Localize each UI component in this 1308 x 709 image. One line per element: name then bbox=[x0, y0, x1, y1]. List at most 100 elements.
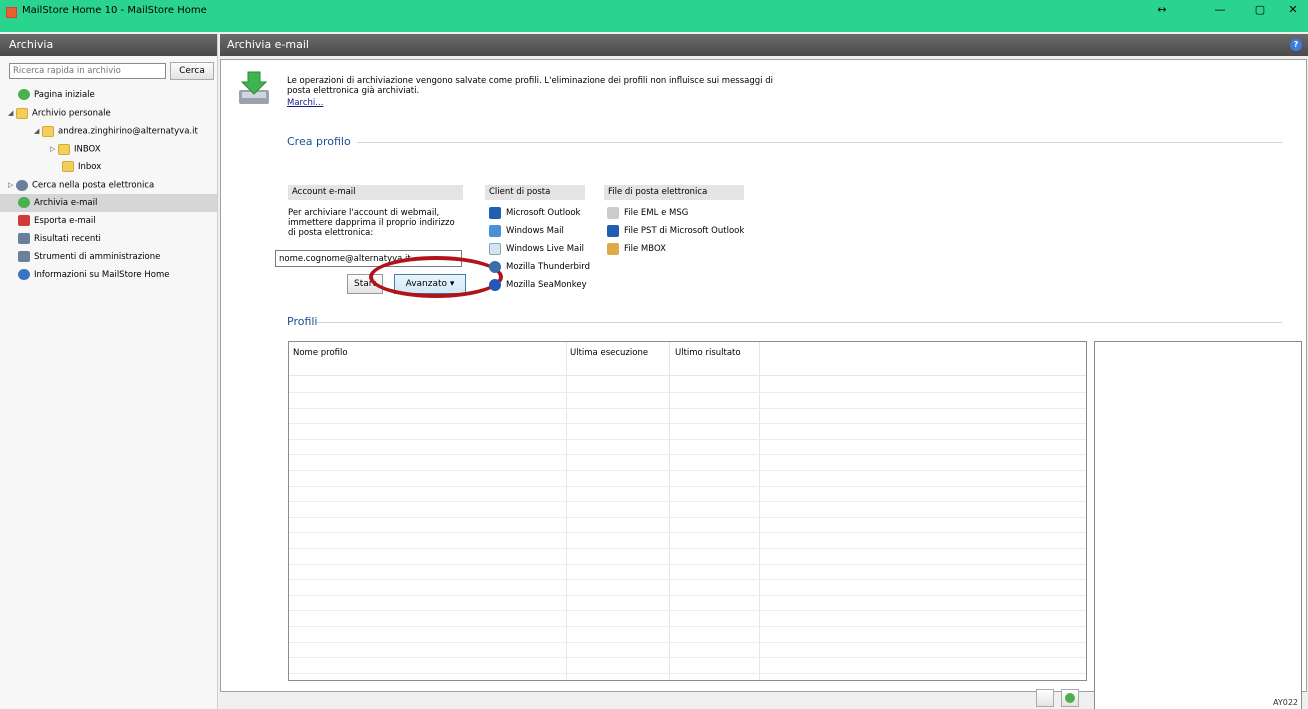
column-profile-name[interactable]: Nome profilo bbox=[293, 348, 348, 358]
table-row bbox=[289, 454, 1086, 456]
section-divider bbox=[317, 322, 1282, 323]
mail-clients-header: Client di posta bbox=[485, 185, 585, 200]
folder-icon bbox=[16, 107, 28, 119]
results-icon bbox=[18, 233, 30, 244]
trademarks-link[interactable]: Marchi... bbox=[287, 98, 323, 108]
content-area: Le operazioni di archiviazione vengono s… bbox=[220, 59, 1307, 709]
table-row bbox=[289, 657, 1086, 659]
refresh-button[interactable] bbox=[1061, 689, 1079, 707]
search-input[interactable] bbox=[9, 63, 166, 79]
home-icon bbox=[18, 89, 30, 100]
table-row bbox=[289, 532, 1086, 534]
table-row bbox=[289, 672, 1086, 674]
refresh-icon bbox=[1065, 693, 1075, 703]
archive-icon bbox=[18, 197, 30, 208]
eml-file-icon bbox=[607, 206, 619, 219]
folder-icon bbox=[62, 161, 74, 172]
table-row bbox=[289, 438, 1086, 440]
table-row bbox=[289, 470, 1086, 471]
sidebar-item-archive-email[interactable]: Archivia e-mail bbox=[0, 194, 217, 212]
highlight-annotation bbox=[369, 256, 503, 298]
sidebar: Archivia Cerca Pagina iniziale ◢Archivio… bbox=[0, 34, 218, 709]
table-row bbox=[289, 610, 1086, 612]
status-text: AY022 bbox=[1272, 698, 1298, 707]
collapse-arrow-icon[interactable]: ▷ bbox=[50, 140, 58, 158]
column-last-result[interactable]: Ultimo risultato bbox=[675, 348, 741, 358]
table-row bbox=[289, 423, 1086, 425]
table-row bbox=[289, 407, 1086, 409]
table-row bbox=[289, 485, 1086, 487]
client-thunderbird[interactable]: Mozilla Thunderbird bbox=[489, 260, 590, 274]
thunderbird-icon bbox=[489, 260, 501, 273]
window-title: MailStore Home 10 - MailStore Home bbox=[22, 5, 207, 16]
file-mbox[interactable]: File MBOX bbox=[607, 242, 666, 256]
table-row bbox=[289, 641, 1086, 643]
sidebar-item-account[interactable]: ◢ andrea.zinghirino@alternatyva.it bbox=[0, 122, 217, 140]
section-divider bbox=[357, 142, 1282, 143]
intro-text: Le operazioni di archiviazione vengono s… bbox=[287, 76, 773, 96]
sidebar-item-home[interactable]: Pagina iniziale bbox=[0, 86, 217, 104]
archive-download-icon bbox=[239, 71, 269, 104]
pst-file-icon bbox=[607, 224, 619, 237]
close-button[interactable]: ✕ bbox=[1283, 3, 1303, 16]
account-header: Account e-mail bbox=[288, 185, 463, 200]
sidebar-header: Archivia bbox=[0, 34, 217, 56]
export-icon bbox=[18, 215, 30, 226]
collapse-arrow-icon[interactable]: ▷ bbox=[8, 176, 16, 194]
table-row bbox=[289, 626, 1086, 627]
info-icon bbox=[18, 269, 30, 280]
file-eml-msg[interactable]: File EML e MSG bbox=[607, 206, 688, 220]
sidebar-item-recent-results[interactable]: Risultati recenti bbox=[0, 230, 217, 248]
help-icon[interactable]: ? bbox=[1290, 39, 1302, 51]
table-row bbox=[289, 548, 1086, 549]
create-profile-section: Crea profilo bbox=[287, 135, 1287, 148]
folder-icon bbox=[58, 143, 70, 155]
sidebar-item-info[interactable]: Informazioni su MailStore Home bbox=[0, 266, 217, 284]
outlook-icon bbox=[489, 206, 501, 219]
search-icon bbox=[16, 179, 28, 191]
title-bar: MailStore Home 10 - MailStore Home ↔ — ▢… bbox=[0, 0, 1308, 32]
page-title: Archivia e-mail bbox=[227, 38, 309, 51]
search-button[interactable]: Cerca bbox=[170, 62, 214, 80]
resize-icon[interactable]: ↔ bbox=[1152, 3, 1172, 16]
table-row bbox=[289, 516, 1086, 518]
profiles-table[interactable]: Nome profilo Ultima esecuzione Ultimo ri… bbox=[288, 341, 1087, 681]
windows-live-mail-icon bbox=[489, 242, 501, 255]
table-row bbox=[289, 594, 1086, 596]
client-windows-mail[interactable]: Windows Mail bbox=[489, 224, 564, 238]
admin-tools-icon bbox=[18, 251, 30, 262]
table-row bbox=[289, 501, 1086, 503]
account-description: Per archiviare l'account di webmail, imm… bbox=[288, 208, 455, 238]
mbox-file-icon bbox=[607, 242, 619, 255]
mail-files-header: File di posta elettronica bbox=[604, 185, 744, 200]
sidebar-item-admin-tools[interactable]: Strumenti di amministrazione bbox=[0, 248, 217, 266]
client-windows-live-mail[interactable]: Windows Live Mail bbox=[489, 242, 584, 256]
client-outlook[interactable]: Microsoft Outlook bbox=[489, 206, 580, 220]
minimize-button[interactable]: — bbox=[1210, 3, 1230, 16]
section-title: Crea profilo bbox=[287, 135, 351, 148]
app-icon bbox=[6, 7, 17, 18]
table-header: Nome profilo Ultima esecuzione Ultimo ri… bbox=[289, 342, 1086, 376]
client-seamonkey[interactable]: Mozilla SeaMonkey bbox=[489, 278, 587, 292]
copy-profile-button[interactable] bbox=[1036, 689, 1054, 707]
sidebar-item-search-mail[interactable]: ▷ Cerca nella posta elettronica bbox=[0, 176, 217, 194]
expand-arrow-icon[interactable]: ◢ bbox=[34, 122, 42, 140]
section-title: Profili bbox=[287, 315, 318, 328]
expand-arrow-icon[interactable]: ◢ bbox=[8, 104, 16, 122]
file-pst[interactable]: File PST di Microsoft Outlook bbox=[607, 224, 744, 238]
table-row bbox=[289, 392, 1086, 393]
table-row bbox=[289, 563, 1086, 565]
profiles-section: Profili bbox=[287, 315, 1287, 328]
seamonkey-icon bbox=[489, 278, 501, 291]
windows-mail-icon bbox=[489, 224, 501, 237]
profile-details-pane bbox=[1094, 341, 1302, 709]
sidebar-item-inbox[interactable]: Inbox bbox=[0, 158, 217, 176]
main-header: Archivia e-mail ? bbox=[220, 34, 1308, 56]
folder-icon bbox=[42, 125, 54, 137]
sidebar-item-inbox-upper[interactable]: ▷ INBOX bbox=[0, 140, 217, 158]
sidebar-item-personal-archive[interactable]: ◢ Archivio personale bbox=[0, 104, 217, 122]
table-row bbox=[289, 579, 1086, 581]
sidebar-item-export-email[interactable]: Esporta e-mail bbox=[0, 212, 217, 230]
column-last-run[interactable]: Ultima esecuzione bbox=[570, 348, 648, 358]
maximize-button[interactable]: ▢ bbox=[1250, 3, 1270, 16]
